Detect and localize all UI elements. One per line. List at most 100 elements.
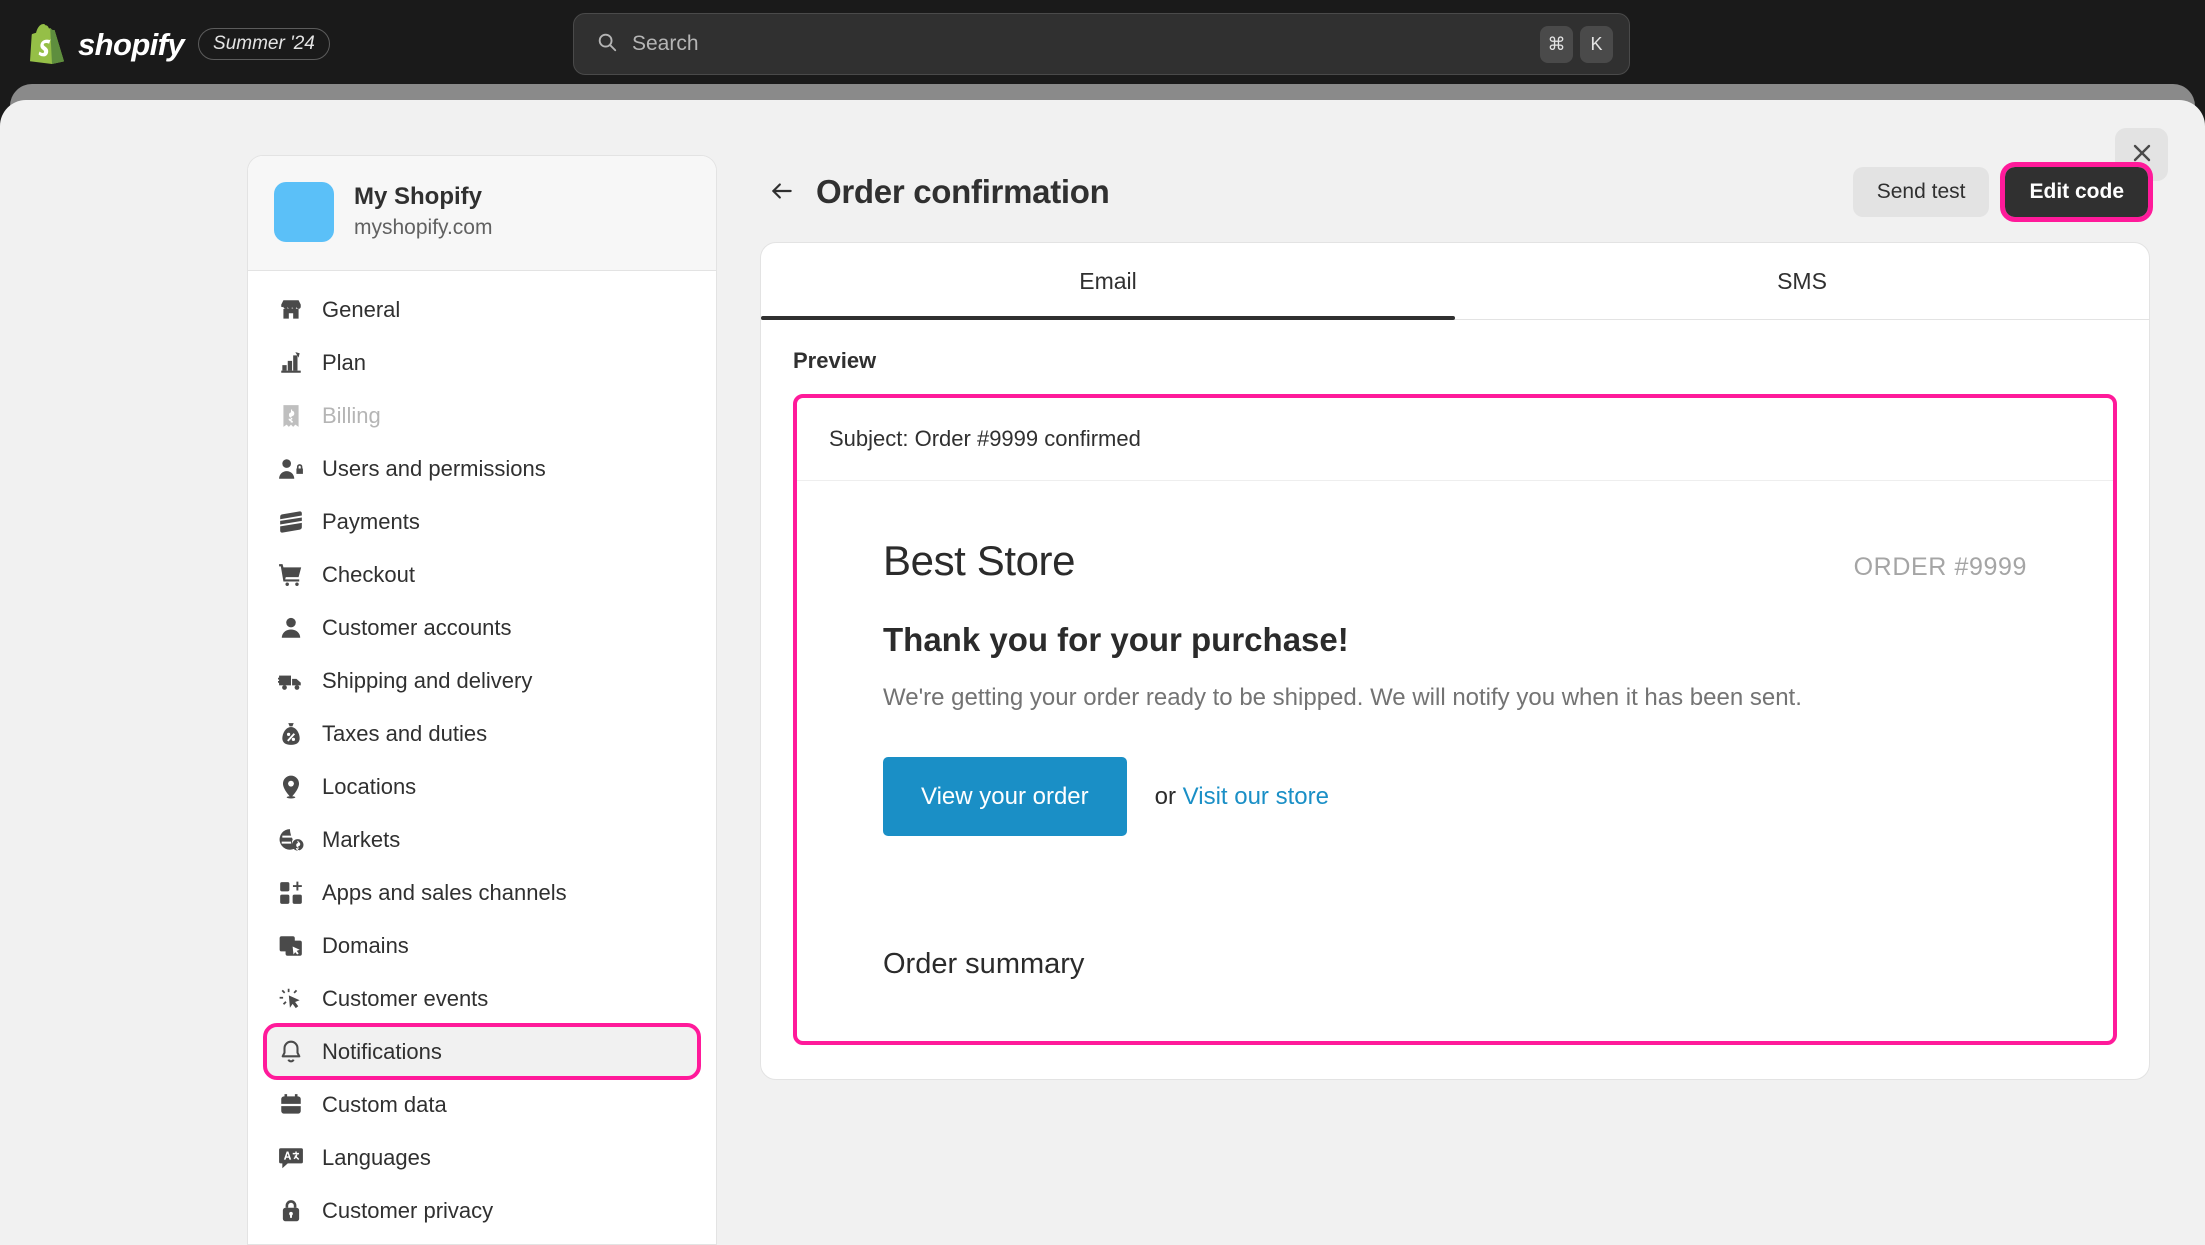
sidebar-item-markets[interactable]: Markets — [264, 813, 700, 866]
kbd-k: K — [1580, 26, 1613, 63]
sidebar-item-users-and-permissions[interactable]: Users and permissions — [264, 442, 700, 495]
sidebar-item-payments[interactable]: Payments — [264, 495, 700, 548]
sidebar-item-customer-privacy[interactable]: Customer privacy — [264, 1184, 700, 1237]
sidebar-item-label: Users and permissions — [322, 456, 546, 482]
cursor-click-icon — [278, 986, 304, 1012]
domains-window-icon — [278, 933, 304, 959]
page-title: Order confirmation — [816, 173, 1109, 211]
location-pin-icon — [278, 774, 304, 800]
back-button[interactable] — [762, 172, 802, 212]
store-icon — [278, 297, 304, 323]
visit-our-store-link[interactable]: Visit our store — [1183, 783, 1329, 810]
sidebar-item-label: Markets — [322, 827, 400, 853]
brand-area: shopify Summer '24 — [0, 24, 330, 64]
sidebar-item-locations[interactable]: Locations — [264, 760, 700, 813]
sidebar-item-label: Languages — [322, 1145, 431, 1171]
email-paragraph: We're getting your order ready to be shi… — [883, 679, 1803, 717]
sidebar-item-label: Billing — [322, 403, 381, 429]
tab-email[interactable]: Email — [761, 243, 1455, 319]
sidebar-item-label: Customer accounts — [322, 615, 512, 641]
sidebar-item-customer-accounts[interactable]: Customer accounts — [264, 601, 700, 654]
apps-grid-plus-icon — [278, 880, 304, 906]
sidebar-item-label: Customer privacy — [322, 1198, 493, 1224]
sidebar-item-customer-events[interactable]: Customer events — [264, 972, 700, 1025]
email-cta-row: View your order or Visit our store — [883, 757, 2027, 836]
sidebar-item-apps-and-sales-channels[interactable]: Apps and sales channels — [264, 866, 700, 919]
store-header[interactable]: My Shopify myshopify.com — [248, 156, 716, 271]
globe-dollar-icon — [278, 827, 304, 853]
translate-icon — [278, 1145, 304, 1171]
store-name: My Shopify — [354, 182, 492, 212]
sidebar-item-label: Domains — [322, 933, 409, 959]
store-domain: myshopify.com — [354, 214, 492, 241]
sidebar-item-label: Custom data — [322, 1092, 447, 1118]
receipt-icon — [278, 403, 304, 429]
database-icon — [278, 1092, 304, 1118]
preview-label: Preview — [793, 348, 2117, 374]
cta-or-text: or — [1155, 783, 1176, 810]
email-preview-frame: Subject: Order #9999 confirmed Best Stor… — [793, 394, 2117, 1045]
sidebar-item-custom-data[interactable]: Custom data — [264, 1078, 700, 1131]
delivery-truck-icon — [278, 668, 304, 694]
sidebar-item-label: Checkout — [322, 562, 415, 588]
sidebar-item-label: Plan — [322, 350, 366, 376]
search-shortcut-group: ⌘ K — [1540, 26, 1613, 63]
edit-code-button[interactable]: Edit code — [2005, 167, 2148, 217]
sidebar-item-plan[interactable]: Plan — [264, 336, 700, 389]
email-body: Best Store ORDER #9999 Thank you for you… — [797, 481, 2113, 1041]
channel-tabs: Email SMS — [761, 243, 2149, 320]
arrow-left-icon — [769, 178, 795, 207]
page-actions: Send test Edit code — [1853, 167, 2148, 217]
email-order-number: ORDER #9999 — [1854, 553, 2027, 582]
tab-sms[interactable]: SMS — [1455, 243, 2149, 319]
sidebar-item-general[interactable]: General — [264, 283, 700, 336]
preview-section: Preview Subject: Order #9999 confirmed B… — [761, 320, 2149, 1079]
shopify-wordmark: shopify — [78, 29, 184, 60]
store-identity: My Shopify myshopify.com — [354, 182, 492, 241]
money-bag-percent-icon — [278, 721, 304, 747]
bell-icon — [278, 1039, 304, 1065]
credit-card-icon — [278, 509, 304, 535]
users-lock-icon — [278, 456, 304, 482]
shopify-bag-icon — [30, 24, 64, 64]
sidebar-item-checkout[interactable]: Checkout — [264, 548, 700, 601]
store-avatar — [274, 182, 334, 242]
settings-sidebar: My Shopify myshopify.com General Plan — [247, 155, 717, 1245]
settings-nav-list: General Plan Billing Users and permissio… — [248, 271, 716, 1237]
sidebar-item-label: Taxes and duties — [322, 721, 487, 747]
email-order-summary-heading: Order summary — [883, 948, 2027, 1041]
global-search-bar[interactable]: Search ⌘ K — [573, 13, 1630, 75]
page-header: Order confirmation Send test Edit code — [760, 155, 2150, 229]
search-icon — [596, 31, 632, 58]
sidebar-item-billing: Billing — [264, 389, 700, 442]
sidebar-item-label: Notifications — [322, 1039, 442, 1065]
sidebar-item-label: General — [322, 297, 400, 323]
notification-template-card: Email SMS Preview Subject: Order #9999 c… — [760, 242, 2150, 1080]
season-badge: Summer '24 — [198, 28, 330, 60]
edit-code-button-wrap: Edit code — [2005, 167, 2148, 217]
email-heading: Thank you for your purchase! — [883, 621, 2027, 659]
person-icon — [278, 615, 304, 641]
sidebar-item-label: Payments — [322, 509, 420, 535]
email-cta-or: or Visit our store — [1155, 783, 1329, 811]
sidebar-item-label: Customer events — [322, 986, 488, 1012]
sidebar-item-notifications[interactable]: Notifications — [264, 1025, 700, 1078]
sidebar-item-taxes-and-duties[interactable]: Taxes and duties — [264, 707, 700, 760]
cart-icon — [278, 562, 304, 588]
settings-modal: My Shopify myshopify.com General Plan — [0, 100, 2205, 1245]
search-input[interactable]: Search — [632, 32, 1540, 56]
main-content: Order confirmation Send test Edit code E… — [760, 155, 2150, 1080]
email-subject-line: Subject: Order #9999 confirmed — [797, 398, 2113, 481]
sidebar-item-shipping-and-delivery[interactable]: Shipping and delivery — [264, 654, 700, 707]
sidebar-item-label: Shipping and delivery — [322, 668, 532, 694]
chart-bar-icon — [278, 350, 304, 376]
sidebar-item-label: Apps and sales channels — [322, 880, 567, 906]
global-topbar: shopify Summer '24 Search ⌘ K — [0, 0, 2205, 88]
email-store-title: Best Store — [883, 537, 1075, 585]
email-header-row: Best Store ORDER #9999 — [883, 537, 2027, 585]
sidebar-item-domains[interactable]: Domains — [264, 919, 700, 972]
send-test-button[interactable]: Send test — [1853, 167, 1990, 217]
view-your-order-button[interactable]: View your order — [883, 757, 1127, 836]
sidebar-item-languages[interactable]: Languages — [264, 1131, 700, 1184]
sidebar-item-label: Locations — [322, 774, 416, 800]
